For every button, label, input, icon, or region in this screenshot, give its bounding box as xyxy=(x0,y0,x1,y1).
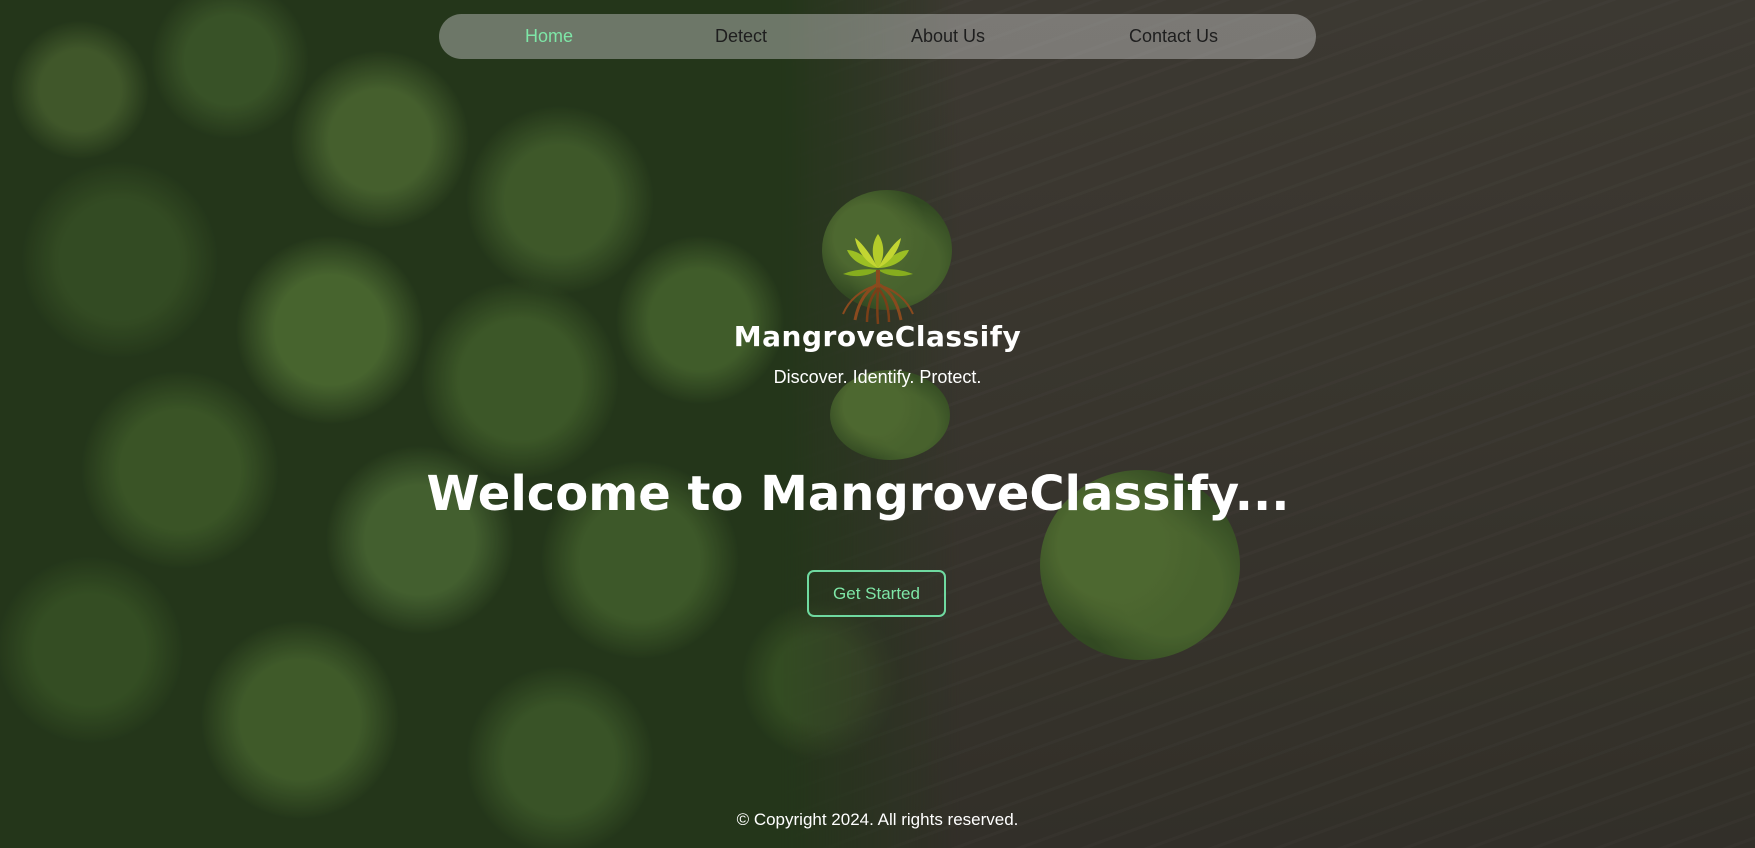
footer-copyright: © Copyright 2024. All rights reserved. xyxy=(736,810,1019,829)
nav-detect[interactable]: Detect xyxy=(715,14,767,59)
nav-about-us[interactable]: About Us xyxy=(911,14,985,59)
nav-home[interactable]: Home xyxy=(525,14,573,59)
page: Home Detect About Us Contact Us Mangrove… xyxy=(0,0,1755,848)
mangrove-tree-icon xyxy=(842,234,914,325)
dark-overlay xyxy=(0,0,1755,848)
nav-contact-us[interactable]: Contact Us xyxy=(1129,14,1218,59)
get-started-button[interactable]: Get Started xyxy=(807,570,946,617)
navbar: Home Detect About Us Contact Us xyxy=(439,14,1316,59)
hero-heading: Welcome to MangroveClassify... xyxy=(426,466,1290,522)
brand-name: MangroveClassify xyxy=(733,320,1022,353)
brand-tagline: Discover. Identify. Protect. xyxy=(773,367,982,387)
